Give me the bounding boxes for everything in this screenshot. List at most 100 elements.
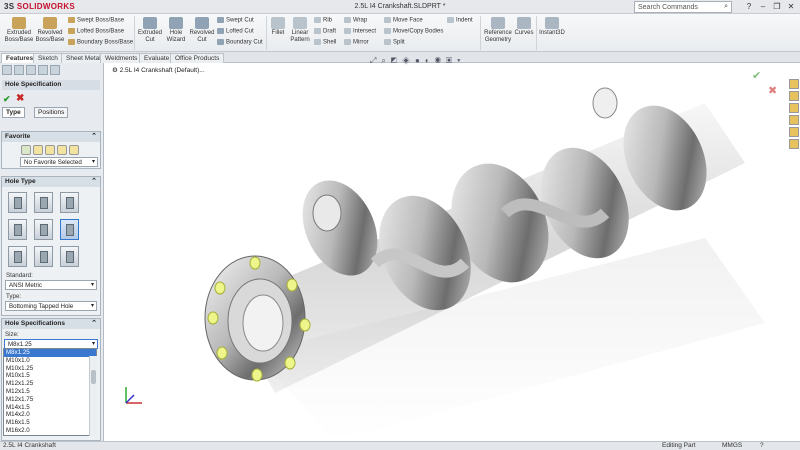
delete-favorite-icon[interactable] — [57, 145, 67, 155]
view-palette-icon[interactable] — [789, 115, 799, 125]
list-item[interactable]: M14x1.5 — [4, 404, 96, 412]
dropdown-scrollbar[interactable] — [89, 356, 97, 436]
extruded-cut-button[interactable]: Extruded Cut — [137, 17, 163, 44]
hole-wizard-button[interactable]: Hole Wizard — [164, 17, 188, 44]
swept-boss-button[interactable]: Swept Boss/Base — [68, 17, 124, 24]
slot-countersink-icon[interactable] — [34, 246, 53, 267]
size-dropdown-list[interactable]: M8x1.25 M10x1.0 M10x1.25 M10x1.5 M12x1.2… — [3, 348, 97, 436]
confirm-ok-icon[interactable]: ✔ — [752, 69, 761, 82]
draft-button[interactable]: Draft — [314, 28, 336, 35]
mirror-button[interactable]: Mirror — [344, 39, 369, 46]
swept-cut-button[interactable]: Swept Cut — [217, 17, 254, 24]
tab-evaluate[interactable]: Evaluate — [139, 53, 175, 63]
apply-defaults-icon[interactable] — [21, 145, 31, 155]
linear-pattern-button[interactable]: Linear Pattern — [288, 17, 312, 44]
feature-tree-icon[interactable] — [2, 65, 12, 75]
move-copy-bodies-button[interactable]: Move/Copy Bodies — [384, 28, 443, 35]
tab-weldments[interactable]: Weldments — [100, 53, 143, 63]
resources-icon[interactable] — [789, 79, 799, 89]
instant3d-button[interactable]: Instant3D — [538, 17, 566, 37]
lofted-boss-button[interactable]: Lofted Boss/Base — [68, 28, 124, 35]
tab-type[interactable]: Type — [2, 107, 25, 118]
hole-specifications-header[interactable]: Hole Specifications ⌃ — [2, 319, 100, 329]
simple-hole-icon[interactable] — [60, 192, 79, 213]
reference-geometry-button[interactable]: Reference Geometry — [482, 17, 514, 44]
confirm-cancel-icon[interactable]: ✖ — [768, 84, 777, 97]
shell-button[interactable]: Shell — [314, 39, 336, 46]
rib-button[interactable]: Rib — [314, 17, 332, 24]
status-part-name: 2.5L I4 Crankshaft — [3, 442, 56, 449]
list-item[interactable]: M16x1.5 — [4, 419, 96, 427]
graphics-viewport[interactable] — [105, 63, 788, 441]
minimize-icon[interactable]: – — [756, 1, 770, 12]
tab-positions[interactable]: Positions — [34, 107, 69, 118]
heads-up-view-toolbar[interactable]: ⤢⌕◩◈●◐◉▣▾ — [370, 56, 465, 66]
counterbore-hole-icon[interactable] — [8, 192, 27, 213]
lofted-cut-button[interactable]: Lofted Cut — [217, 28, 254, 35]
revolved-boss-button[interactable]: Revolved Boss/Base — [35, 17, 65, 44]
countersink-hole-icon[interactable] — [34, 192, 53, 213]
file-explorer-icon[interactable] — [789, 103, 799, 113]
search-icon[interactable]: ⌕ — [724, 3, 728, 11]
design-library-icon[interactable] — [789, 91, 799, 101]
configuration-icon[interactable] — [26, 65, 36, 75]
tab-sketch[interactable]: Sketch — [33, 53, 63, 63]
split-button[interactable]: Split — [384, 39, 405, 46]
boundary-boss-button[interactable]: Boundary Boss/Base — [68, 39, 133, 46]
close-icon[interactable]: ✕ — [784, 1, 798, 12]
chevron-down-icon: ▾ — [90, 303, 94, 309]
save-favorite-icon[interactable] — [69, 145, 79, 155]
zoom-fit-icon: ⤢ — [370, 56, 382, 65]
appearances-icon[interactable] — [789, 127, 799, 137]
list-item[interactable]: M10x1.0 — [4, 357, 96, 365]
intersect-button[interactable]: Intersect — [344, 28, 376, 35]
revolved-cut-button[interactable]: Revolved Cut — [189, 17, 215, 44]
list-item[interactable]: M10x1.5 — [4, 372, 96, 380]
favorite-header[interactable]: Favorite ⌃ — [2, 132, 100, 142]
custom-properties-icon[interactable] — [789, 139, 799, 149]
move-face-button[interactable]: Move Face — [384, 17, 423, 24]
tapered-hole-icon[interactable] — [8, 219, 27, 240]
collapse-icon[interactable]: ⌃ — [91, 177, 97, 185]
extruded-boss-button[interactable]: Extruded Boss/Base — [4, 17, 34, 44]
slot-counterbore-icon[interactable] — [8, 246, 27, 267]
search-commands-input[interactable]: Search Commands ⌕ — [634, 1, 732, 13]
help-icon[interactable]: ? — [760, 442, 764, 449]
list-item[interactable]: M10x1.25 — [4, 365, 96, 373]
standard-select[interactable]: ANSI Metric ▾ — [5, 280, 97, 290]
collapse-icon[interactable]: ⌃ — [91, 132, 97, 140]
property-manager-icon[interactable] — [14, 65, 24, 75]
list-item[interactable]: M12x1.25 — [4, 380, 96, 388]
cancel-x-icon[interactable]: ✖ — [16, 93, 24, 104]
tapped-hole-icon[interactable] — [60, 219, 79, 240]
wrap-button[interactable]: Wrap — [344, 17, 367, 24]
fillet-button[interactable]: Fillet — [268, 17, 288, 37]
dimxpert-icon[interactable] — [38, 65, 48, 75]
list-item[interactable]: M12x1.5 — [4, 388, 96, 396]
ok-check-icon[interactable]: ✔ — [3, 94, 11, 105]
list-item[interactable]: M12x1.75 — [4, 396, 96, 404]
update-favorite-icon[interactable] — [45, 145, 55, 155]
add-favorite-icon[interactable] — [33, 145, 43, 155]
feature-tree-root[interactable]: ⚙ 2.5L I4 Crankshaft (Default)... — [112, 66, 205, 74]
restore-icon[interactable]: ❐ — [770, 1, 784, 12]
favorite-select[interactable]: No Favorite Selected ▾ — [20, 157, 98, 167]
straight-tap-hole-icon[interactable] — [34, 219, 53, 240]
collapse-icon[interactable]: ⌃ — [91, 319, 97, 327]
crankshaft-model[interactable] — [105, 63, 788, 441]
scrollbar-thumb[interactable] — [91, 370, 96, 384]
help-icon[interactable]: ? — [742, 1, 756, 12]
tab-sheet-metal[interactable]: Sheet Metal — [61, 53, 106, 63]
list-item[interactable]: M14x2.0 — [4, 411, 96, 419]
slot-icon[interactable] — [60, 246, 79, 267]
indent-button[interactable]: Indent — [447, 17, 473, 24]
display-manager-icon[interactable] — [50, 65, 60, 75]
status-units[interactable]: MMGS — [722, 442, 742, 449]
boundary-cut-button[interactable]: Boundary Cut — [217, 39, 263, 46]
curves-button[interactable]: Curves — [514, 17, 534, 37]
list-item[interactable]: M8x1.25 — [4, 349, 96, 357]
type-select[interactable]: Bottoming Tapped Hole ▾ — [5, 301, 97, 311]
tab-office-products[interactable]: Office Products — [170, 53, 225, 63]
list-item[interactable]: M16x2.0 — [4, 427, 96, 435]
hole-type-header[interactable]: Hole Type ⌃ — [2, 177, 100, 187]
